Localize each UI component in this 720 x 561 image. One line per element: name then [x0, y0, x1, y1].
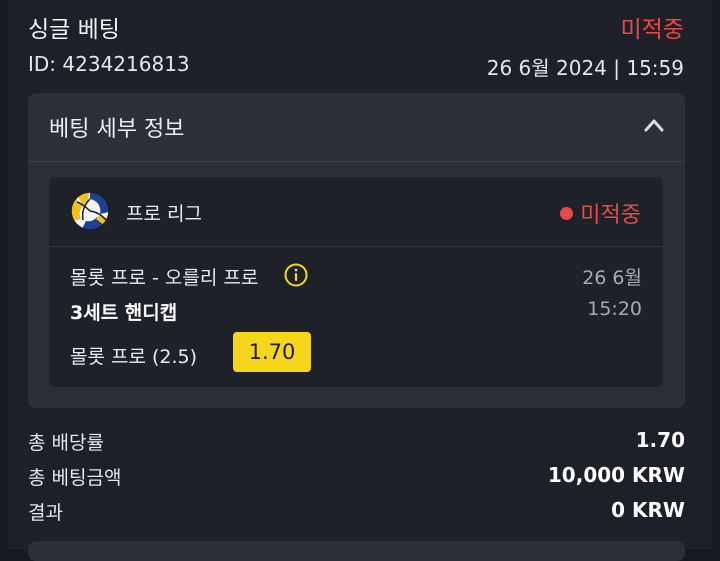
next-panel — [28, 541, 685, 561]
bet-id: ID: 4234216813 — [28, 52, 190, 76]
selection-card: 프로 리그 미적중 몰롯 프로 - 오를리 프로 26 6월 3세트 핸디캡 1… — [49, 177, 663, 387]
selection-card-header: 프로 리그 미적중 — [49, 177, 663, 247]
bet-type-title: 싱글 베팅 — [28, 17, 120, 43]
match-date: 26 6월 — [582, 267, 642, 289]
total-odds-label: 총 배당률 — [28, 432, 104, 454]
market-name: 3세트 핸디캡 — [70, 302, 178, 324]
league-name: 프로 리그 — [126, 203, 202, 225]
total-stake-label: 총 베팅금액 — [28, 467, 122, 489]
bet-details-title: 베팅 세부 정보 — [49, 117, 185, 142]
bet-datetime: 26 6월 2024 | 15:59 — [486, 56, 684, 80]
bet-status: 미적중 — [620, 17, 684, 43]
result-value: 0 KRW — [611, 498, 685, 522]
selection-name: 몰롯 프로 (2.5) — [70, 346, 198, 368]
total-stake-value: 10,000 KRW — [547, 463, 685, 487]
chevron-up-icon[interactable] — [643, 117, 665, 133]
bet-details-panel: 베팅 세부 정보 프로 리그 미적중 몰롯 프로 - 오를리 프로 26 6월 … — [28, 93, 685, 408]
match-name: 몰롯 프로 - 오를리 프로 — [70, 267, 259, 289]
odds-badge: 1.70 — [233, 332, 311, 372]
info-icon[interactable] — [284, 263, 308, 287]
bet-details-header[interactable]: 베팅 세부 정보 — [28, 93, 685, 162]
result-label: 결과 — [28, 502, 63, 524]
volleyball-icon — [70, 191, 110, 231]
selection-status: 미적중 — [560, 197, 641, 229]
match-time: 15:20 — [587, 298, 642, 320]
total-odds-value: 1.70 — [635, 428, 685, 452]
status-dot — [560, 207, 574, 220]
selection-status-label: 미적중 — [580, 203, 641, 228]
